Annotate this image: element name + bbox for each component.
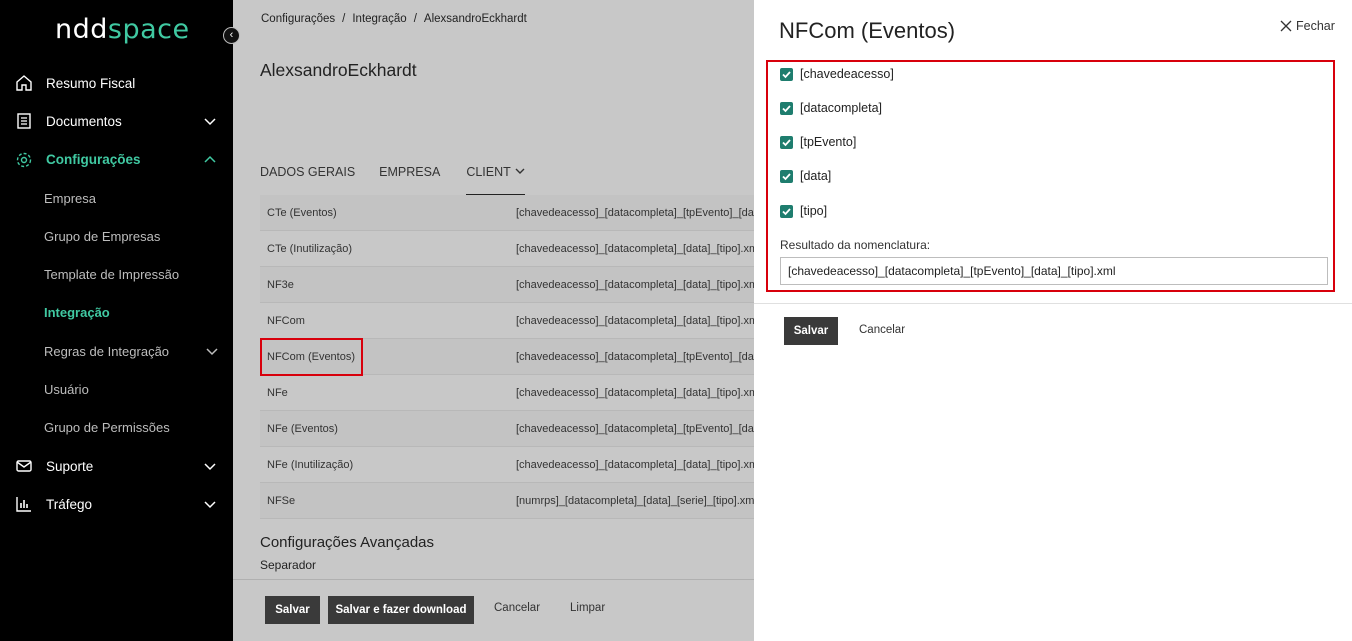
panel-title: NFCom (Eventos): [779, 18, 956, 43]
document-icon: [17, 113, 31, 130]
table-row[interactable]: CTe (Inutilização) [chavedeacesso]_[datac…: [260, 231, 754, 267]
sidebar-subitem-label: Regras de Integração: [44, 343, 170, 359]
sidebar-item-configuracoes[interactable]: Configurações: [0, 141, 233, 179]
chevron-down-icon: [204, 501, 216, 509]
sidebar-subitem-usuario[interactable]: Usuário: [0, 370, 233, 408]
breadcrumb-item: AlexsandroEckhardt: [423, 13, 527, 25]
mail-icon: [16, 460, 32, 472]
gear-icon: [16, 152, 32, 167]
close-button[interactable]: Fechar: [1280, 19, 1335, 33]
table-row[interactable]: NFSe [numrps]_[datacompleta]_[data]_[seri…: [260, 483, 754, 519]
nomenclature-panel: NFCom (Eventos) Fechar [chavedeacesso] […: [754, 0, 1352, 641]
sidebar-item-label: Tráfego: [46, 496, 93, 512]
chevron-down-icon: [515, 168, 525, 174]
sidebar-subitem-label: Template de Impressão: [44, 267, 180, 283]
tab-dados-gerais[interactable]: DADOS GERAIS: [260, 160, 355, 196]
sidebar-subitem-label: Grupo de Permissões: [44, 420, 170, 436]
sidebar-subitem-label: Grupo de Empresas: [44, 228, 161, 244]
chevron-down-icon: [204, 118, 216, 126]
cancel-button[interactable]: Cancelar: [494, 602, 540, 614]
close-icon: [1280, 20, 1292, 32]
chevron-down-icon: [204, 463, 216, 471]
sidebar-subitem-regras-integracao[interactable]: Regras de Integração: [0, 332, 233, 370]
collapse-sidebar-button[interactable]: ‹: [223, 27, 240, 44]
close-label: Fechar: [1296, 19, 1335, 33]
sidebar-item-label: Suporte: [46, 458, 94, 474]
sidebar-item-label: Configurações: [46, 152, 141, 168]
highlight-box: [766, 60, 1335, 292]
breadcrumb-item[interactable]: Configurações: [261, 13, 335, 25]
panel-save-button[interactable]: Salvar: [784, 317, 838, 345]
table-row[interactable]: NFe (Eventos) [chavedeacesso]_[datacomple…: [260, 411, 754, 447]
sidebar-subitem-template-impressao[interactable]: Template de Impressão: [0, 255, 233, 293]
clear-button[interactable]: Limpar: [570, 602, 605, 614]
save-download-button[interactable]: Salvar e fazer download: [328, 596, 474, 624]
sidebar-item-resumo-fiscal[interactable]: Resumo Fiscal: [0, 64, 233, 102]
tab-bar: DADOS GERAIS EMPRESA CLIENT: [260, 160, 549, 196]
sidebar-item-label: Resumo Fiscal: [46, 75, 136, 91]
tab-client[interactable]: CLIENT: [466, 160, 525, 196]
save-button[interactable]: Salvar: [265, 596, 320, 624]
table-row[interactable]: NFe [chavedeacesso]_[datacompleta]_[data]…: [260, 375, 754, 411]
sidebar-item-documentos[interactable]: Documentos: [0, 102, 233, 140]
sidebar-subitem-grupo-permissoes[interactable]: Grupo de Permissões: [0, 409, 233, 447]
sidebar-subitem-integracao[interactable]: Integração: [0, 294, 233, 332]
separator-label: Separador: [260, 558, 317, 572]
sidebar-item-label: Documentos: [46, 113, 122, 129]
tab-empresa[interactable]: EMPRESA: [379, 160, 440, 196]
panel-cancel-button[interactable]: Cancelar: [859, 324, 905, 336]
sidebar-subitem-empresa[interactable]: Empresa: [0, 179, 233, 217]
table-row[interactable]: CTe (Eventos) [chavedeacesso]_[datacomple…: [260, 195, 754, 231]
page-title: AlexsandroEckhardt: [260, 60, 417, 80]
chevron-down-icon: [206, 348, 218, 356]
sidebar: nddspace Resumo Fiscal Documentos Config…: [0, 0, 233, 641]
home-icon: [16, 75, 32, 91]
footer-actions: Salvar Salvar e fazer download Cancelar …: [233, 579, 754, 641]
main-content: Configurações / Integração / AlexsandroEckha…: [233, 0, 754, 641]
sidebar-subitem-label: Empresa: [44, 190, 97, 206]
sidebar-nav: Resumo Fiscal Documentos Configurações E…: [0, 64, 233, 524]
table-row[interactable]: NFCom [chavedeacesso]_[datacompleta]_[dat…: [260, 303, 754, 339]
sidebar-item-trafego[interactable]: Tráfego: [0, 485, 233, 523]
sidebar-subitem-label: Integração: [44, 305, 110, 321]
chevron-up-icon: [204, 155, 216, 163]
advanced-settings-title: Configurações Avançadas: [260, 534, 435, 551]
bar-chart-icon: [16, 497, 31, 513]
breadcrumb: Configurações / Integração / AlexsandroEckha…: [261, 13, 527, 25]
divider: [754, 303, 1352, 304]
sidebar-subitem-grupo-empresas[interactable]: Grupo de Empresas: [0, 217, 233, 255]
table-row[interactable]: NFe (Inutilização) [chavedeacesso]_[datac…: [260, 447, 754, 483]
sidebar-subitem-label: Usuário: [44, 382, 89, 398]
logo: nddspace: [55, 14, 190, 45]
breadcrumb-item[interactable]: Integração: [352, 13, 406, 25]
sidebar-item-suporte[interactable]: Suporte: [0, 447, 233, 485]
table-row[interactable]: NF3e [chavedeacesso]_[datacompleta]_[data…: [260, 267, 754, 303]
selected-row-highlight: [260, 338, 363, 376]
